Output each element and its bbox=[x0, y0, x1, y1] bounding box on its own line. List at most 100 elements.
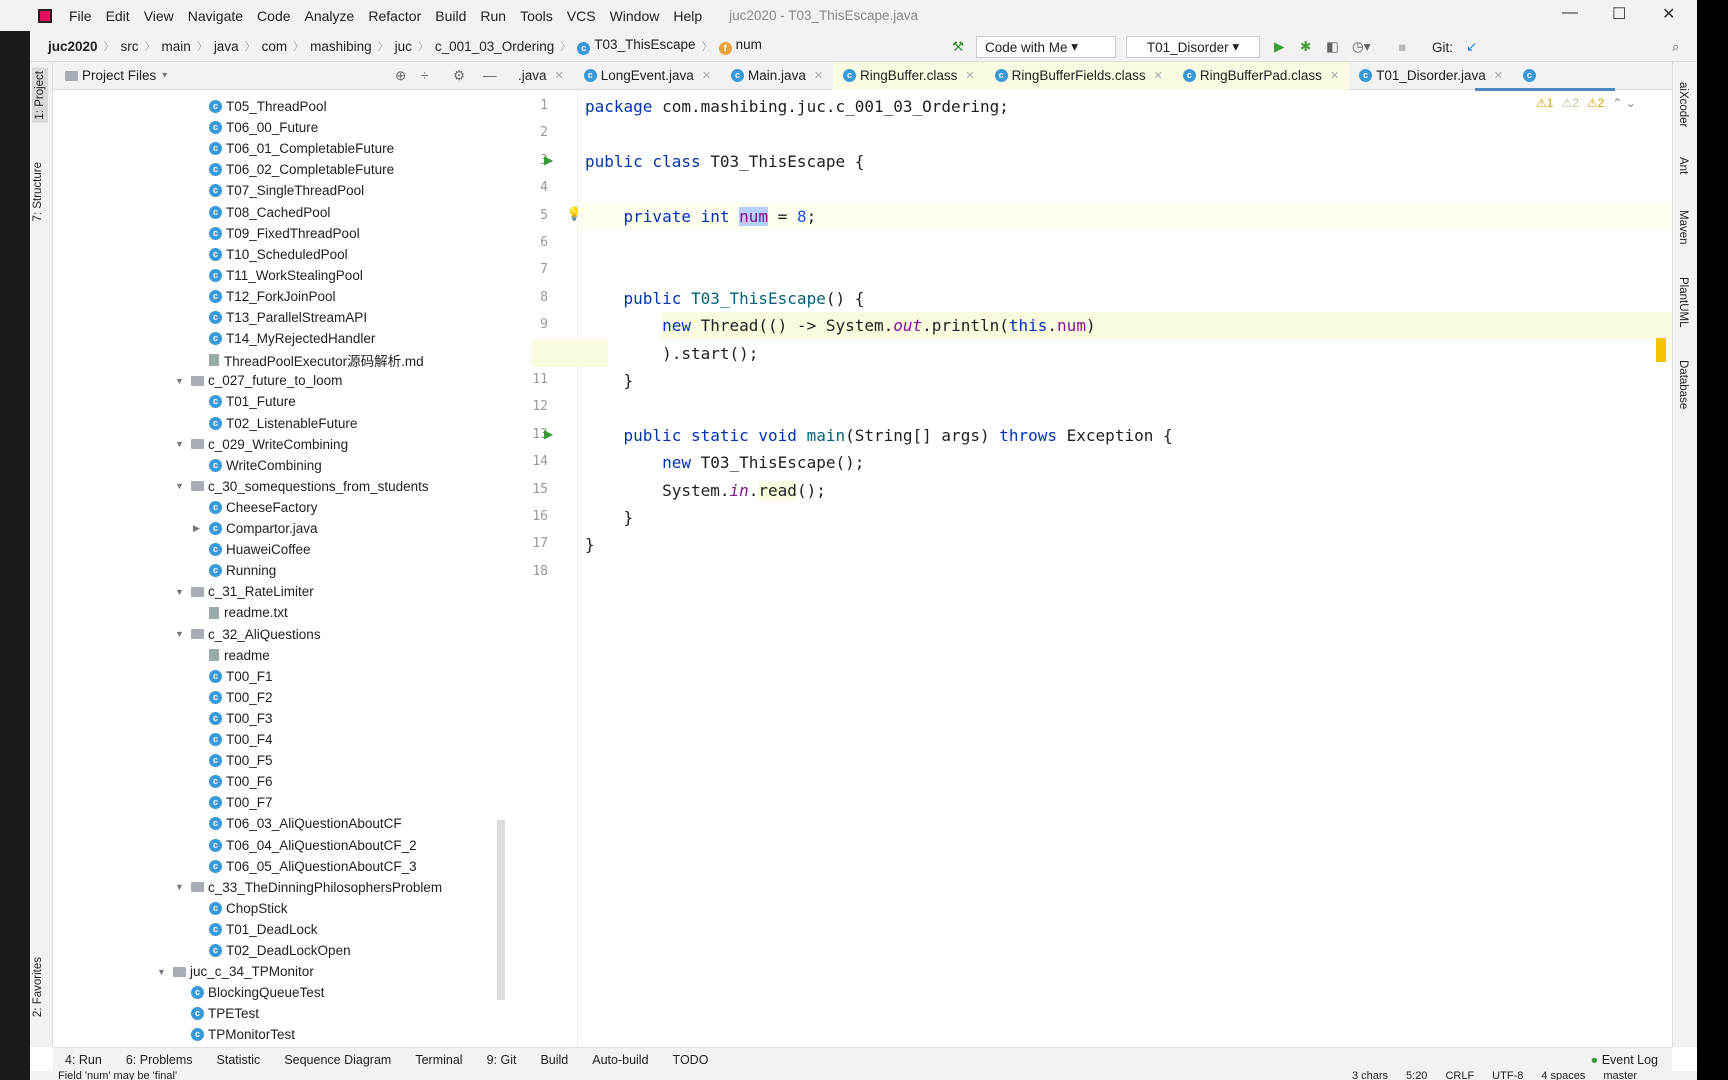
tree-item[interactable]: c HuaweiCoffee bbox=[209, 539, 311, 560]
status-item[interactable]: UTF-8 bbox=[1492, 1071, 1523, 1080]
breadcrumb-item[interactable]: main bbox=[156, 39, 197, 54]
code-editor[interactable]: package com.mashibing.juc.c_001_03_Order… bbox=[531, 90, 1672, 1047]
tree-item[interactable]: c T06_02_CompletableFuture bbox=[209, 159, 394, 180]
tree-item[interactable]: c T02_ListenableFuture bbox=[209, 413, 357, 434]
tool-window-button[interactable]: 6: Problems bbox=[114, 1053, 205, 1067]
close-tab-icon[interactable]: ✕ bbox=[814, 69, 823, 82]
tool-window-button[interactable]: Statistic bbox=[205, 1053, 273, 1067]
chevron-down-icon[interactable]: ▼ bbox=[175, 587, 187, 597]
chevron-down-icon[interactable]: ▼ bbox=[175, 481, 187, 491]
tree-item[interactable]: c T10_ScheduledPool bbox=[209, 244, 348, 265]
tree-item[interactable]: c T07_SingleThreadPool bbox=[209, 180, 364, 201]
coverage-icon[interactable]: ◧ bbox=[1326, 36, 1339, 58]
status-item[interactable]: master bbox=[1603, 1071, 1637, 1080]
chevron-down-icon[interactable]: ▼ bbox=[175, 629, 187, 639]
run-gutter-icon[interactable]: ▶ bbox=[544, 427, 553, 441]
build-hammer-icon[interactable]: ⚒ bbox=[952, 36, 964, 58]
stop-icon[interactable]: ■ bbox=[1398, 36, 1406, 58]
tree-item[interactable]: c WriteCombining bbox=[209, 455, 322, 476]
close-button[interactable]: ✕ bbox=[1662, 4, 1675, 24]
breadcrumb-item[interactable]: com bbox=[256, 39, 294, 54]
breadcrumb-item[interactable]: java bbox=[208, 39, 245, 54]
tree-item[interactable]: c T06_00_Future bbox=[209, 117, 318, 138]
editor-tab[interactable]: c RingBuffer.class ✕ bbox=[833, 61, 985, 90]
project-scrollbar[interactable] bbox=[497, 820, 505, 1000]
inspection-widget[interactable]: ⚠1 ⚠2 ⚠2 ⌃ ⌄ bbox=[1536, 96, 1636, 110]
minimize-button[interactable]: — bbox=[1562, 4, 1578, 22]
tree-item[interactable]: c T02_DeadLockOpen bbox=[209, 940, 351, 961]
status-item[interactable]: 5:20 bbox=[1406, 1071, 1427, 1080]
close-tab-icon[interactable]: ✕ bbox=[702, 69, 711, 82]
breadcrumb-item[interactable]: c_001_03_Ordering bbox=[429, 39, 560, 54]
tool-window-button[interactable]: Auto-build bbox=[580, 1053, 660, 1067]
tree-item[interactable]: c T14_MyRejectedHandler bbox=[209, 328, 375, 349]
tree-item[interactable]: c T12_ForkJoinPool bbox=[209, 286, 336, 307]
tree-item[interactable]: c TPMonitorTest bbox=[191, 1024, 295, 1045]
tree-item[interactable]: c T00_F5 bbox=[209, 750, 273, 771]
breadcrumb-item[interactable]: juc bbox=[389, 39, 418, 54]
tool-window-button[interactable]: TODO bbox=[661, 1053, 721, 1067]
tree-item[interactable]: c T08_CachedPool bbox=[209, 202, 330, 223]
editor-tab[interactable]: .java ✕ bbox=[508, 62, 574, 90]
breadcrumb-item[interactable]: juc2020 bbox=[42, 39, 104, 54]
debug-icon[interactable]: ✱ bbox=[1300, 36, 1311, 58]
status-item[interactable]: CRLF bbox=[1445, 1071, 1474, 1080]
tree-item[interactable]: readme bbox=[209, 645, 270, 666]
tree-item[interactable]: c T01_DeadLock bbox=[209, 919, 318, 940]
tree-item[interactable]: c T13_ParallelStreamAPI bbox=[209, 307, 367, 328]
tree-item[interactable]: c T00_F7 bbox=[209, 792, 273, 813]
menu-vcs[interactable]: VCS bbox=[560, 8, 603, 24]
editor-tab[interactable]: c Main.java ✕ bbox=[721, 62, 833, 90]
tree-item[interactable]: ▼ c_029_WriteCombining bbox=[175, 434, 348, 455]
structure-tool-tab[interactable]: 7: Structure bbox=[32, 162, 44, 221]
profile-icon[interactable]: ◷▾ bbox=[1352, 36, 1371, 58]
tree-item[interactable]: c T06_05_AliQuestionAboutCF_3 bbox=[209, 856, 417, 877]
menu-code[interactable]: Code bbox=[250, 8, 297, 24]
editor-tab[interactable]: c T01_Disorder.java ✕ bbox=[1349, 62, 1513, 90]
tree-item[interactable]: c CheeseFactory bbox=[209, 497, 318, 518]
tool-window-button[interactable]: Terminal bbox=[403, 1053, 474, 1067]
close-tab-icon[interactable]: ✕ bbox=[1330, 69, 1339, 82]
tree-item[interactable]: c T06_03_AliQuestionAboutCF bbox=[209, 813, 402, 834]
chevron-down-icon[interactable]: ▼ bbox=[175, 882, 187, 892]
close-tab-icon[interactable]: ✕ bbox=[555, 69, 564, 82]
project-tool-tab[interactable]: 1: Project bbox=[32, 68, 48, 123]
tree-item[interactable]: ▶ c Compartor.java bbox=[193, 518, 318, 539]
run-gutter-icon[interactable]: ▶ bbox=[544, 153, 553, 167]
menu-tools[interactable]: Tools bbox=[513, 8, 560, 24]
breadcrumb-item[interactable]: c T03_ThisEscape bbox=[571, 37, 701, 55]
status-item[interactable]: 4 spaces bbox=[1541, 1071, 1585, 1080]
menu-file[interactable]: File bbox=[62, 8, 99, 24]
right-tool-tab[interactable]: aiXcoder bbox=[1677, 82, 1689, 127]
run-config-dropdown[interactable]: T01_Disorder ▾ bbox=[1126, 36, 1260, 58]
tool-window-button[interactable]: Build bbox=[528, 1053, 580, 1067]
chevron-right-icon[interactable]: ▶ bbox=[193, 523, 205, 534]
tool-window-button[interactable]: 4: Run bbox=[53, 1053, 114, 1067]
tree-item[interactable]: c BlockingQueueTest bbox=[191, 982, 324, 1003]
editor-tab[interactable]: c LongEvent.java ✕ bbox=[574, 62, 721, 90]
chevron-down-icon[interactable]: ▼ bbox=[157, 967, 169, 977]
tree-item[interactable]: c T05_ThreadPool bbox=[209, 96, 327, 117]
favorites-tool-tab[interactable]: 2: Favorites bbox=[32, 957, 44, 1017]
error-stripe-mark[interactable] bbox=[1656, 338, 1666, 362]
right-tool-tab[interactable]: Maven bbox=[1677, 210, 1689, 245]
right-tool-tab[interactable]: Database bbox=[1677, 360, 1689, 409]
tree-item[interactable]: c T00_F2 bbox=[209, 687, 273, 708]
tree-item[interactable]: ▼ c_32_AliQuestions bbox=[175, 624, 321, 645]
tree-item[interactable]: c T11_WorkStealingPool bbox=[209, 265, 363, 286]
menu-analyze[interactable]: Analyze bbox=[298, 8, 362, 24]
maximize-button[interactable]: ☐ bbox=[1612, 4, 1626, 24]
project-view-dropdown[interactable]: Project Files bbox=[82, 68, 156, 83]
tree-item[interactable]: c T00_F1 bbox=[209, 666, 273, 687]
tree-item[interactable]: ▼ c_31_RateLimiter bbox=[175, 581, 314, 602]
tree-item[interactable]: c Running bbox=[209, 560, 276, 581]
right-tool-tab[interactable]: PlantUML bbox=[1677, 277, 1689, 328]
menu-help[interactable]: Help bbox=[666, 8, 709, 24]
close-tab-icon[interactable]: ✕ bbox=[1494, 69, 1503, 82]
locate-icon[interactable]: ⊕ bbox=[395, 68, 406, 84]
menu-edit[interactable]: Edit bbox=[99, 8, 137, 24]
git-update-icon[interactable]: ↙ bbox=[1466, 36, 1477, 58]
tree-item[interactable]: c T00_F6 bbox=[209, 771, 273, 792]
tool-window-button[interactable]: Sequence Diagram bbox=[272, 1053, 403, 1067]
tree-item[interactable]: c TPETest bbox=[191, 1003, 259, 1024]
